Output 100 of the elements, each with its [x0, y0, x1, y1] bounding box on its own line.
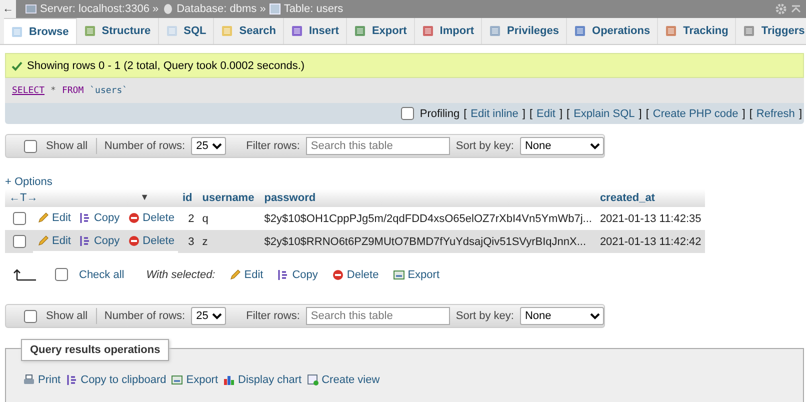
delete-link[interactable]: Delete	[128, 212, 174, 224]
sql-table-name: `users`	[90, 86, 128, 96]
delete-link[interactable]: Delete	[128, 234, 174, 246]
check-all-label[interactable]: Check all	[79, 268, 124, 280]
server-icon	[25, 3, 37, 15]
copy-icon	[78, 234, 91, 246]
query-tool-link[interactable]: Edit	[536, 108, 556, 120]
filter-field[interactable]: Search this table	[306, 137, 450, 155]
bulk-action-link[interactable]: Copy	[277, 268, 318, 280]
filter-label: Filter rows:	[246, 310, 300, 322]
sort-label: Sort by key:	[456, 310, 514, 322]
bulk-action-link[interactable]: Edit	[229, 268, 264, 280]
pencil-icon	[37, 234, 49, 246]
table-cell: 2	[178, 207, 198, 230]
bracket: ]	[798, 108, 802, 120]
arrow-up-icon	[13, 268, 37, 282]
bracket: [	[749, 108, 752, 120]
rows-label: Number of rows:	[104, 310, 186, 322]
filter-label: Filter rows:	[246, 140, 300, 152]
table-cell: 2021-01-13 11:42:35	[596, 207, 706, 230]
with-selected-label: With selected:	[146, 268, 216, 280]
tab[interactable]: Privileges	[482, 18, 568, 44]
sort-label: Sort by key:	[456, 140, 514, 152]
operation-link[interactable]: Copy to clipboard	[66, 374, 166, 386]
edit-link[interactable]: Edit	[37, 234, 71, 246]
table-cell: z	[198, 230, 260, 253]
tab[interactable]: SQL	[158, 18, 214, 44]
bulk-action-link[interactable]: Export	[392, 268, 440, 280]
bracket: ]	[638, 108, 642, 120]
tab[interactable]: Import	[414, 18, 482, 44]
query-tool-link[interactable]: Edit inline	[470, 108, 518, 120]
column-header[interactable]: created_at	[596, 189, 706, 207]
options-link[interactable]: + Options	[5, 176, 804, 188]
bracket: [	[566, 108, 570, 120]
checkmark-icon	[11, 60, 23, 72]
tab[interactable]: Export	[346, 18, 415, 44]
query-tool-link[interactable]: Refresh	[756, 108, 795, 120]
create-view-icon	[306, 374, 319, 386]
table-cell: $2y$10$OH1CppPJg5m/2qdFDD4xsO65elOZ7rXbI4Vn5YmWb7j...	[260, 207, 596, 230]
copy-icon	[277, 268, 290, 280]
operation-link[interactable]: Print	[23, 374, 61, 386]
show-all-label: Show all	[46, 140, 88, 152]
row-checkbox[interactable]	[13, 212, 26, 225]
bracket: [	[646, 108, 649, 120]
table-cell: q	[198, 207, 260, 230]
bracket: [	[464, 108, 467, 120]
query-tool-link[interactable]: Explain SQL	[574, 108, 635, 120]
rows-select[interactable]: 25	[191, 137, 226, 155]
tab[interactable]: Search	[214, 18, 284, 44]
rows-select[interactable]: 25	[191, 307, 226, 325]
sort-select[interactable]: None	[520, 307, 604, 325]
show-all-label: Show all	[46, 310, 88, 322]
rows-label: Number of rows:	[104, 140, 186, 152]
bulk-action-link[interactable]: Delete	[332, 268, 379, 280]
query-tool-link[interactable]: Create PHP code	[652, 108, 738, 120]
panel-legend: Query results operations	[21, 339, 170, 361]
breadcrumb-separator: »	[260, 3, 266, 15]
column-arrows[interactable]: ←T→	[9, 192, 38, 204]
row-checkbox[interactable]	[13, 235, 26, 248]
show-all-checkbox[interactable]	[24, 310, 37, 322]
tab[interactable]: Insert	[284, 18, 347, 44]
sql-keyword-link[interactable]: SELECT	[12, 86, 45, 96]
bracket: ]	[522, 108, 526, 120]
profiling-checkbox[interactable]	[400, 107, 414, 120]
pencil-icon	[37, 212, 49, 224]
message-text: Showing rows 0 - 1 (2 total, Query took 0.0002 seconds.)	[27, 60, 305, 72]
tab[interactable]: Tracking	[658, 18, 736, 44]
tab[interactable]: Operations	[567, 18, 658, 44]
tab[interactable]: Structure	[76, 18, 159, 44]
column-header[interactable]: username	[198, 189, 260, 207]
show-all-checkbox[interactable]	[24, 140, 37, 152]
copy-icon	[78, 212, 91, 224]
check-all-checkbox[interactable]	[55, 268, 68, 281]
filter-field[interactable]: Search this table	[306, 307, 450, 325]
table-cell: 2021-01-13 11:42:42	[596, 230, 706, 253]
delete-icon	[128, 234, 140, 246]
sql-symbol: *	[50, 86, 56, 96]
tab[interactable]: Browse	[4, 18, 77, 44]
edit-link[interactable]: Edit	[37, 212, 71, 224]
copy-link[interactable]: Copy	[78, 212, 120, 224]
back-button[interactable]: ←	[0, 0, 16, 18]
column-header[interactable]: password	[260, 189, 596, 207]
copy-icon	[66, 374, 78, 386]
sort-select[interactable]: None	[520, 137, 604, 155]
sql-keyword: FROM	[62, 86, 84, 96]
bracket: ]	[559, 108, 563, 120]
printer-icon	[23, 374, 35, 386]
bracket: [	[529, 108, 532, 120]
breadcrumb-separator: »	[152, 3, 159, 15]
operation-link[interactable]: Export	[171, 374, 218, 386]
pencil-icon	[229, 268, 242, 280]
delete-icon	[332, 268, 344, 280]
operation-link[interactable]: Display chart	[223, 374, 302, 386]
column-header[interactable]: id	[178, 189, 198, 207]
delete-icon	[128, 212, 140, 224]
operation-link[interactable]: Create view	[306, 374, 380, 386]
tab[interactable]: Triggers	[736, 18, 806, 44]
bracket: ]	[742, 108, 746, 120]
copy-link[interactable]: Copy	[78, 234, 120, 246]
caret-icon[interactable]: ▼	[140, 192, 149, 204]
